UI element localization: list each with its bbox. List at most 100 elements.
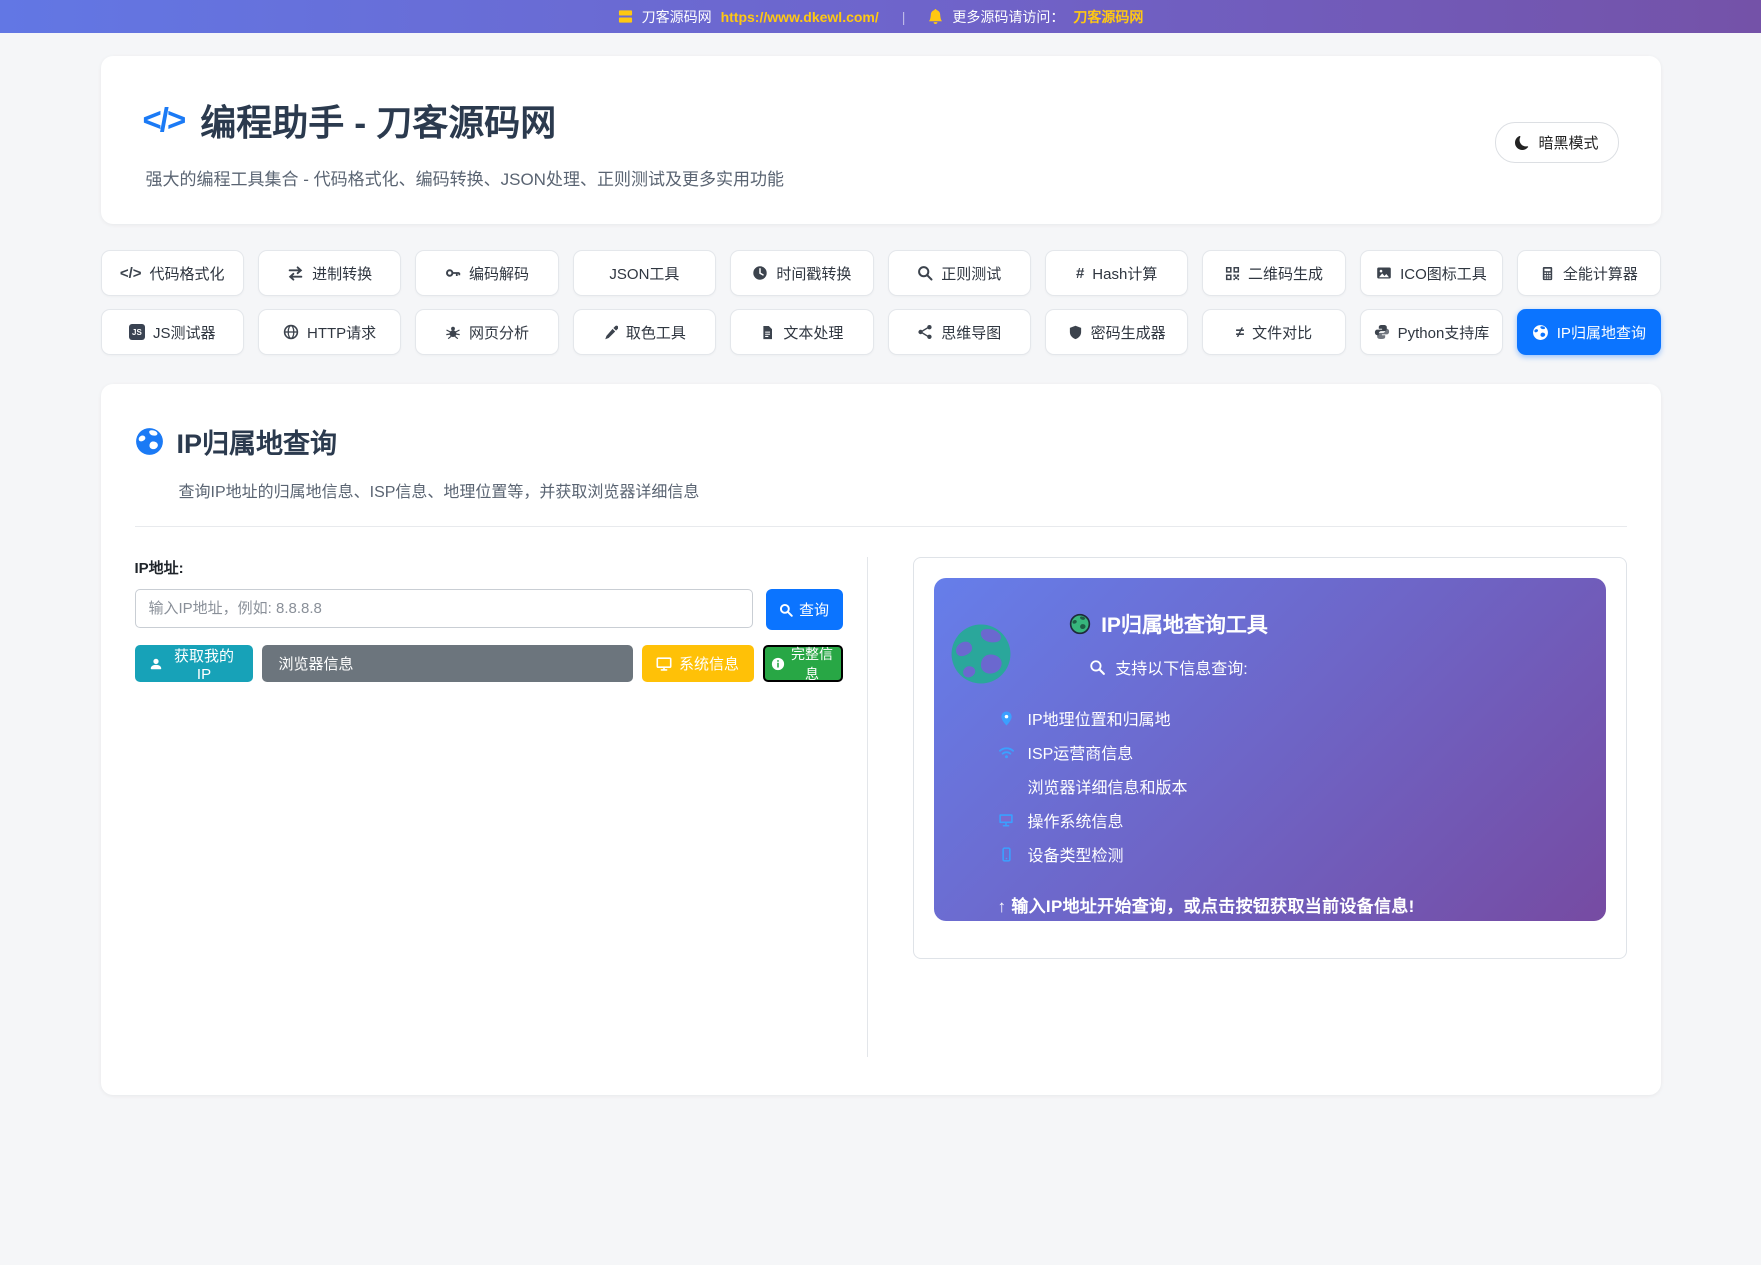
dark-mode-button[interactable]: 暗黑模式 bbox=[1495, 122, 1619, 163]
nav-label: JS测试器 bbox=[152, 324, 216, 342]
system-info-button[interactable]: 系统信息 bbox=[641, 645, 754, 682]
list-item: 操作系统信息 bbox=[998, 803, 1606, 837]
nav-label: 编码解码 bbox=[469, 265, 530, 283]
nav-label: 文件对比 bbox=[1252, 324, 1313, 342]
nav-label: 网页分析 bbox=[469, 324, 530, 342]
ip-address-label: IP地址: bbox=[134, 560, 184, 577]
pin-icon bbox=[998, 710, 1015, 726]
tool-nav-row-1: </> 代码格式化 进制转换 编码解码 JSON工具 时间戳转换 正则测试 # … bbox=[100, 250, 1661, 296]
nav-calculator[interactable]: 全能计算器 bbox=[1517, 250, 1661, 296]
js-icon: JS bbox=[128, 324, 145, 340]
nav-code-format[interactable]: </> 代码格式化 bbox=[100, 250, 244, 296]
nav-webpage-analyze[interactable]: 网页分析 bbox=[415, 309, 559, 355]
mindmap-icon bbox=[917, 324, 933, 340]
nav-label: ICO图标工具 bbox=[1400, 265, 1487, 283]
get-my-ip-label: 获取我的IP bbox=[173, 647, 234, 683]
nav-hash-calc[interactable]: # Hash计算 bbox=[1044, 250, 1189, 296]
result-area: IP归属地查询工具 支持以下信息查询: IP地理位置和归属地 ISP运营商信息 … bbox=[868, 557, 1627, 1057]
page-title: 编程助手 - 刀客源码网 bbox=[200, 102, 557, 143]
list-item: 浏览器详细信息和版本 bbox=[998, 769, 1606, 803]
info-panel-card: IP归属地查询工具 支持以下信息查询: IP地理位置和归属地 ISP运营商信息 … bbox=[912, 557, 1627, 959]
nav-json-tool[interactable]: JSON工具 bbox=[572, 250, 717, 296]
full-info-button[interactable]: 完整信息 bbox=[762, 645, 843, 682]
topbar-site-url-link[interactable]: https://www.dkewl.com/ bbox=[721, 9, 879, 25]
python-icon bbox=[1374, 324, 1390, 340]
nav-mindmap[interactable]: 思维导图 bbox=[887, 309, 1031, 355]
nav-label: 进制转换 bbox=[312, 265, 373, 283]
nav-base-convert[interactable]: 进制转换 bbox=[257, 250, 402, 296]
nav-js-tester[interactable]: JS JS测试器 bbox=[100, 309, 244, 355]
tool-nav-row-2: JS JS测试器 HTTP请求 网页分析 取色工具 文本处理 思维导图 密码生成… bbox=[100, 309, 1661, 355]
search-icon bbox=[779, 603, 793, 617]
nav-label: HTTP请求 bbox=[307, 324, 377, 342]
list-item-label: 设备类型检测 bbox=[1027, 848, 1124, 865]
swap-icon bbox=[287, 265, 304, 282]
spider-icon bbox=[445, 324, 461, 340]
shield-icon bbox=[1068, 325, 1083, 340]
nav-label: Python支持库 bbox=[1397, 324, 1490, 342]
person-icon bbox=[149, 657, 163, 671]
page-subtitle: 强大的编程工具集合 - 代码格式化、编码转换、JSON处理、正则测试及更多实用功… bbox=[145, 170, 784, 189]
nav-python-lib[interactable]: Python支持库 bbox=[1359, 309, 1504, 355]
nav-color-picker[interactable]: 取色工具 bbox=[572, 309, 717, 355]
tool-body: IP地址: 查询 获取我的IP bbox=[134, 557, 1627, 1057]
nav-label: 思维导图 bbox=[941, 324, 1002, 342]
nav-encode-decode[interactable]: 编码解码 bbox=[415, 250, 559, 296]
nav-text-process[interactable]: 文本处理 bbox=[730, 309, 874, 355]
list-item-label: 浏览器详细信息和版本 bbox=[1027, 780, 1188, 797]
nav-http-request[interactable]: HTTP请求 bbox=[257, 309, 402, 355]
globe-icon bbox=[135, 427, 164, 456]
not-equal-icon: ≠ bbox=[1235, 323, 1245, 341]
full-info-label: 完整信息 bbox=[791, 645, 833, 682]
topbar-site-name: 刀客源码网 bbox=[641, 8, 712, 25]
nav-timestamp-convert[interactable]: 时间戳转换 bbox=[730, 250, 874, 296]
get-my-ip-button[interactable]: 获取我的IP bbox=[134, 645, 253, 683]
wifi-icon bbox=[998, 744, 1015, 761]
hash-icon: # bbox=[1075, 264, 1085, 282]
tool-title: IP归属地查询 bbox=[176, 429, 338, 459]
query-button[interactable]: 查询 bbox=[765, 589, 843, 630]
nav-regex-test[interactable]: 正则测试 bbox=[887, 250, 1031, 296]
key-icon bbox=[445, 265, 461, 281]
nav-qrcode-generate[interactable]: 二维码生成 bbox=[1202, 250, 1346, 296]
page-container: </> 编程助手 - 刀客源码网 强大的编程工具集合 - 代码格式化、编码转换、… bbox=[100, 56, 1661, 1095]
server-icon bbox=[618, 9, 633, 24]
nav-password-generator[interactable]: 密码生成器 bbox=[1044, 309, 1189, 355]
info-icon bbox=[771, 657, 785, 671]
search-icon bbox=[917, 265, 933, 281]
clock-icon bbox=[752, 265, 768, 281]
panel-footer-text: ↑ 输入IP地址开始查询，或点击按钮获取当前设备信息! bbox=[997, 897, 1415, 916]
qr-icon bbox=[1225, 266, 1240, 281]
tool-header: IP归属地查询 bbox=[135, 422, 1627, 461]
ip-lookup-card: IP归属地查询 查询IP地址的归属地信息、ISP信息、地理位置等，并获取浏览器详… bbox=[100, 384, 1661, 1095]
nav-label: 取色工具 bbox=[625, 324, 686, 342]
nav-label: 文本处理 bbox=[783, 324, 844, 342]
feature-list: IP地理位置和归属地 ISP运营商信息 浏览器详细信息和版本 操作系统信息 设备… bbox=[998, 701, 1606, 871]
system-info-label: 系统信息 bbox=[678, 656, 739, 673]
browser-info-button[interactable]: 浏览器信息 bbox=[261, 645, 633, 682]
ip-input-row: 查询 bbox=[134, 589, 843, 630]
panel-title: IP归属地查询工具 bbox=[1101, 614, 1268, 637]
globe-icon bbox=[1069, 613, 1091, 635]
list-item: ISP运营商信息 bbox=[998, 735, 1606, 769]
nav-ip-lookup[interactable]: IP归属地查询 bbox=[1517, 309, 1661, 355]
list-item: 设备类型检测 bbox=[998, 837, 1606, 871]
list-item: IP地理位置和归属地 bbox=[998, 701, 1606, 735]
nav-label: 代码格式化 bbox=[149, 265, 225, 283]
nav-label: 正则测试 bbox=[941, 265, 1002, 283]
nav-label: 密码生成器 bbox=[1090, 324, 1166, 342]
code-icon: </> bbox=[142, 101, 187, 138]
code-icon: </> bbox=[119, 264, 142, 282]
nav-label: Hash计算 bbox=[1092, 265, 1158, 283]
nav-ico-tool[interactable]: ICO图标工具 bbox=[1359, 250, 1504, 296]
top-announcement-bar: 刀客源码网 https://www.dkewl.com/ | 更多源码请访问： … bbox=[0, 0, 1761, 33]
image-icon bbox=[1376, 265, 1392, 281]
ip-address-input[interactable] bbox=[134, 589, 753, 628]
topbar-notice-link[interactable]: 刀客源码网 bbox=[1073, 7, 1143, 27]
calculator-icon bbox=[1540, 266, 1555, 281]
header-title-row: </> 编程助手 - 刀客源码网 bbox=[143, 94, 1619, 146]
nav-file-compare[interactable]: ≠ 文件对比 bbox=[1202, 309, 1346, 355]
browser-info-label: 浏览器信息 bbox=[278, 656, 354, 673]
header-card: </> 编程助手 - 刀客源码网 强大的编程工具集合 - 代码格式化、编码转换、… bbox=[100, 56, 1661, 224]
panel-subtitle: 支持以下信息查询: bbox=[1115, 661, 1248, 678]
